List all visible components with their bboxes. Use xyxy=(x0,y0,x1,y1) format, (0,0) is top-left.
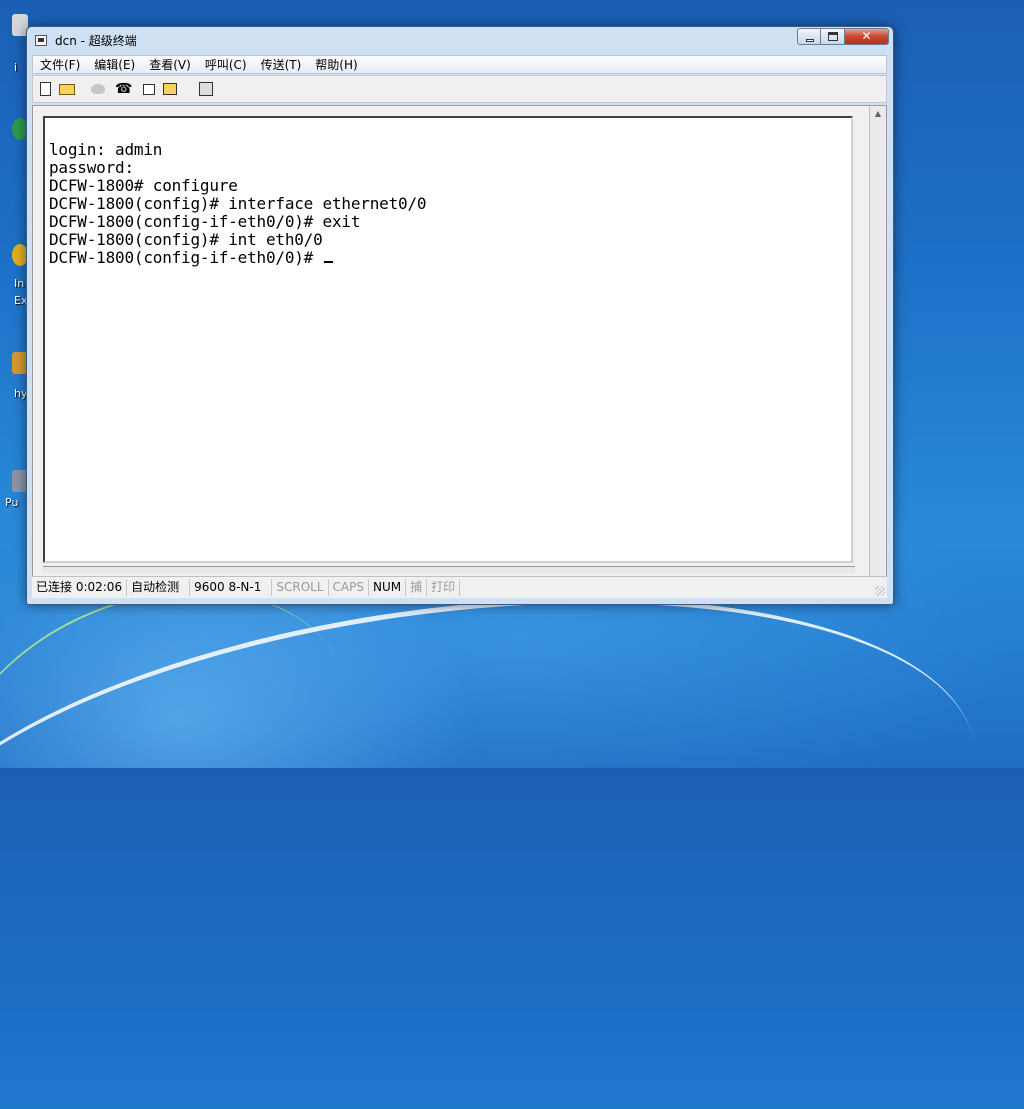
terminal-line: DCFW-1800(config-if-eth0/0)# xyxy=(49,248,323,267)
resize-grip[interactable] xyxy=(875,586,885,596)
status-num: NUM xyxy=(369,579,407,596)
hyperterminal-window: dcn - 超级终端 ✕ 文件(F) 编辑(E) 查看(V) 呼叫(C) 传送(… xyxy=(26,26,894,605)
status-detect: 自动检测 xyxy=(127,579,191,596)
maximize-icon xyxy=(828,32,838,41)
terminal-screen[interactable]: login: admin password: DCFW-1800# config… xyxy=(43,116,853,563)
status-scroll: SCROLL xyxy=(272,579,329,596)
status-connection-time: 已连接 0:02:06 xyxy=(32,579,128,596)
close-button[interactable]: ✕ xyxy=(845,28,889,45)
terminal-line: DCFW-1800(config)# interface ethernet0/0 xyxy=(49,194,427,213)
menu-view[interactable]: 查看(V) xyxy=(142,56,198,73)
dial-icon[interactable] xyxy=(91,84,105,94)
open-icon[interactable] xyxy=(59,84,75,95)
terminal-line: DCFW-1800(config)# int eth0/0 xyxy=(49,230,323,249)
menu-help[interactable]: 帮助(H) xyxy=(308,56,364,73)
terminal-area: login: admin password: DCFW-1800# config… xyxy=(32,105,887,596)
window-title: dcn - 超级终端 xyxy=(55,34,137,48)
terminal-line: DCFW-1800# configure xyxy=(49,176,238,195)
new-icon[interactable] xyxy=(40,82,51,96)
terminal-line: DCFW-1800(config-if-eth0/0)# exit xyxy=(49,212,361,231)
status-bar: 已连接 0:02:06 自动检测 9600 8-N-1 SCROLL CAPS … xyxy=(32,576,887,598)
desktop-icon-label: i xyxy=(14,61,18,74)
receive-icon[interactable] xyxy=(163,83,177,95)
window-titlebar[interactable]: dcn - 超级终端 ✕ xyxy=(27,27,893,53)
desktop-icon-label: Pu xyxy=(5,496,19,509)
status-baud: 9600 8-N-1 xyxy=(190,579,273,596)
toolbar: ☎ xyxy=(32,75,887,103)
minimize-button[interactable] xyxy=(797,28,821,45)
terminal-output: login: admin password: DCFW-1800# config… xyxy=(49,140,427,267)
send-icon[interactable] xyxy=(143,84,155,95)
terminal-line: password: xyxy=(49,158,134,177)
close-icon: ✕ xyxy=(861,29,872,43)
menu-call[interactable]: 呼叫(C) xyxy=(198,56,254,73)
status-caps: CAPS xyxy=(329,579,369,596)
status-capture: 捕 xyxy=(406,579,428,596)
terminal-line: login: admin xyxy=(49,140,163,159)
maximize-button[interactable] xyxy=(821,28,845,45)
desktop-icon-label: In xyxy=(14,277,25,290)
properties-icon[interactable] xyxy=(199,82,213,96)
menu-transfer[interactable]: 传送(T) xyxy=(254,56,309,73)
menu-file[interactable]: 文件(F) xyxy=(33,56,87,73)
vertical-scrollbar[interactable]: ▲ ▼ xyxy=(869,106,886,595)
text-cursor xyxy=(323,261,333,263)
scroll-up-icon[interactable]: ▲ xyxy=(870,106,886,122)
app-icon[interactable] xyxy=(35,35,47,46)
minimize-icon xyxy=(806,39,814,42)
horizontal-divider xyxy=(43,566,855,573)
menu-edit[interactable]: 编辑(E) xyxy=(87,56,142,73)
caption-buttons: ✕ xyxy=(797,28,889,47)
status-print: 打印 xyxy=(427,579,461,596)
hangup-icon[interactable]: ☎ xyxy=(115,82,132,96)
menu-bar: 文件(F) 编辑(E) 查看(V) 呼叫(C) 传送(T) 帮助(H) xyxy=(32,55,887,74)
